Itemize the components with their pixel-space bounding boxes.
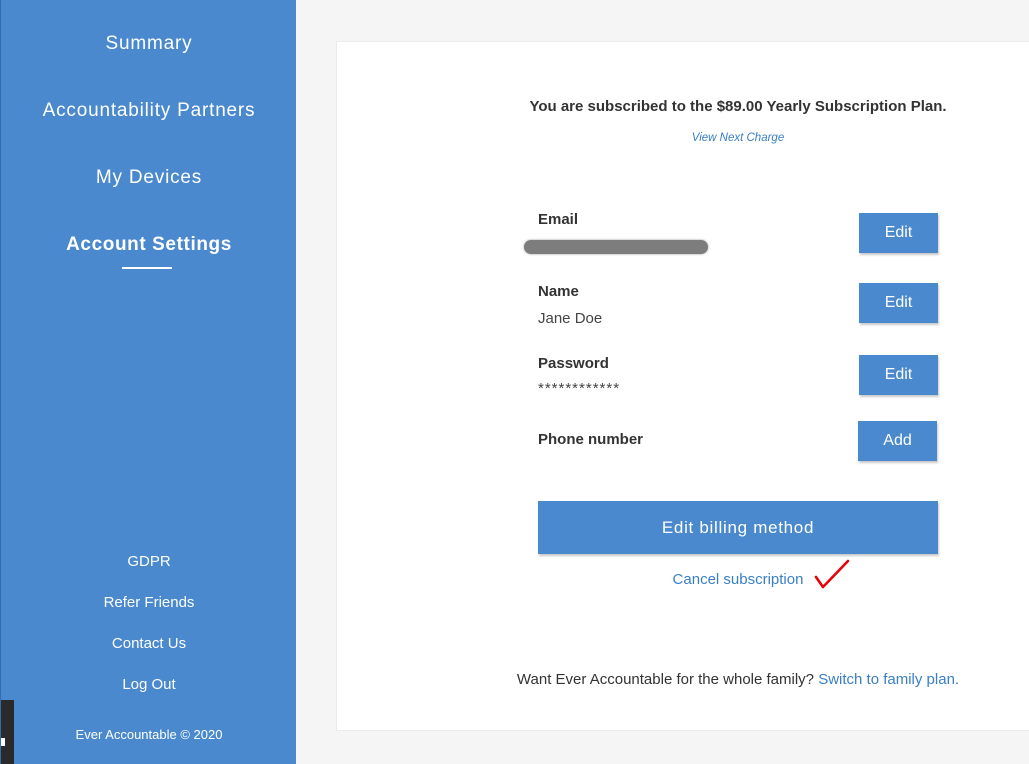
phone-number-label: Phone number bbox=[538, 431, 644, 448]
cancel-subscription-link[interactable]: Cancel subscription bbox=[538, 571, 938, 588]
footer-link-log-out[interactable]: Log Out bbox=[1, 676, 297, 693]
sidebar: Summary Accountability Partners My Devic… bbox=[0, 0, 296, 764]
switch-to-family-plan-link[interactable]: Switch to family plan. bbox=[818, 671, 959, 688]
footer-link-refer-friends[interactable]: Refer Friends bbox=[1, 594, 297, 611]
window-edge-stub bbox=[1, 700, 14, 764]
subscription-title: You are subscribed to the $89.00 Yearly … bbox=[529, 98, 947, 115]
edit-email-button[interactable]: Edit bbox=[859, 213, 938, 253]
edit-name-button[interactable]: Edit bbox=[859, 283, 938, 323]
sidebar-item-summary[interactable]: Summary bbox=[1, 33, 297, 55]
add-phone-button[interactable]: Add bbox=[858, 421, 937, 461]
sidebar-item-my-devices[interactable]: My Devices bbox=[1, 167, 297, 189]
name-label: Name bbox=[538, 283, 579, 300]
copyright-text: Ever Accountable © 2020 bbox=[75, 727, 223, 742]
checkmark-icon bbox=[814, 559, 850, 589]
name-value: Jane Doe bbox=[538, 310, 603, 327]
active-nav-underline bbox=[122, 267, 172, 269]
email-label: Email bbox=[538, 211, 579, 228]
email-value-redacted bbox=[524, 240, 708, 254]
edit-billing-method-button[interactable]: Edit billing method bbox=[538, 501, 938, 554]
family-plan-line: Want Ever Accountable for the whole fami… bbox=[336, 671, 1029, 688]
sidebar-item-account-settings[interactable]: Account Settings bbox=[1, 234, 297, 256]
footer-link-contact-us[interactable]: Contact Us bbox=[1, 635, 297, 652]
footer-link-gdpr[interactable]: GDPR bbox=[1, 553, 297, 570]
sidebar-item-accountability-partners[interactable]: Accountability Partners bbox=[1, 100, 297, 122]
password-label: Password bbox=[538, 355, 609, 372]
view-next-charge-link[interactable]: View Next Charge bbox=[538, 132, 938, 144]
password-value: ************ bbox=[538, 380, 621, 397]
family-plan-prompt: Want Ever Accountable for the whole fami… bbox=[516, 671, 815, 688]
edit-password-button[interactable]: Edit bbox=[859, 355, 938, 395]
